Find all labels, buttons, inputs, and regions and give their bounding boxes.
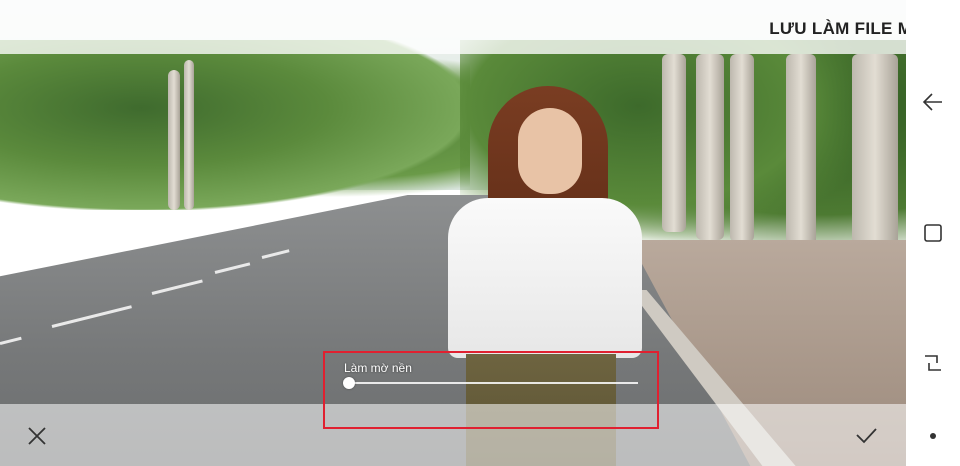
trees-left (0, 40, 470, 210)
checkmark-icon[interactable] (853, 424, 879, 446)
recent-apps-icon[interactable] (920, 350, 946, 376)
tree-trunk (730, 54, 754, 242)
home-square-icon[interactable] (920, 220, 946, 246)
close-icon[interactable] (26, 425, 48, 447)
blur-slider-thumb[interactable] (343, 377, 355, 389)
tree-trunk (786, 54, 816, 254)
tree-trunk (168, 70, 180, 210)
tree-trunk (696, 54, 724, 240)
dot-icon[interactable] (920, 423, 946, 449)
blur-slider-track[interactable] (348, 382, 638, 384)
tree-trunk (662, 54, 686, 232)
back-arrow-icon[interactable] (920, 89, 946, 115)
face (518, 108, 582, 194)
tree-trunk (184, 60, 194, 210)
blur-label: Làm mờ nền (344, 361, 412, 375)
shirt (448, 198, 642, 358)
